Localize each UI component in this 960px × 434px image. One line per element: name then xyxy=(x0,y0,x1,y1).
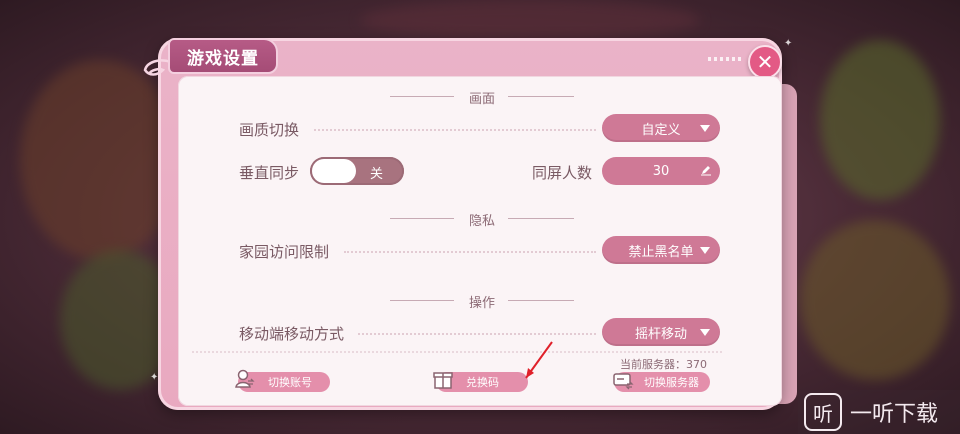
section-divider xyxy=(508,96,574,97)
background-blob xyxy=(820,40,940,200)
chevron-down-icon xyxy=(700,125,710,132)
move-mode-label: 移动端移动方式 xyxy=(239,325,345,343)
quality-dropdown[interactable]: 自定义 xyxy=(602,114,720,142)
section-divider xyxy=(508,300,574,301)
vsync-value: 关 xyxy=(370,167,384,182)
chevron-down-icon xyxy=(700,329,710,336)
quality-label: 画质切换 xyxy=(239,121,300,139)
section-title-controls: 操作 xyxy=(468,296,496,311)
players-label: 同屏人数 xyxy=(532,164,593,182)
switch-account-button[interactable]: 切换账号 xyxy=(235,369,330,392)
redeem-code-label: 兑换码 xyxy=(466,376,499,389)
footer-divider xyxy=(192,351,722,353)
switch-server-button[interactable]: 切换服务器 xyxy=(613,372,710,392)
sparkle-decoration: ✦ xyxy=(150,372,159,383)
background-blob xyxy=(360,0,700,40)
switch-account-label: 切换账号 xyxy=(268,376,312,389)
vsync-label: 垂直同步 xyxy=(239,164,300,182)
close-button[interactable]: ✕ xyxy=(748,45,782,79)
players-input[interactable]: 30 xyxy=(602,157,720,185)
background-blob xyxy=(20,60,180,260)
watermark-text: 一听下载 xyxy=(850,402,939,427)
switch-server-label: 切换服务器 xyxy=(644,376,699,389)
watermark: 听 一听下载 xyxy=(798,390,960,434)
home-access-dropdown[interactable]: 禁止黑名单 xyxy=(602,236,720,264)
row-dots xyxy=(314,129,596,131)
section-divider xyxy=(508,218,574,219)
watermark-logo-icon: 听 xyxy=(804,393,842,431)
home-access-value: 禁止黑名单 xyxy=(628,244,694,260)
close-dots-decoration xyxy=(708,57,744,61)
row-dots xyxy=(358,333,596,335)
players-value: 30 xyxy=(652,163,670,179)
section-divider xyxy=(390,96,454,97)
move-mode-value: 摇杆移动 xyxy=(634,326,687,342)
chevron-down-icon xyxy=(700,247,710,254)
annotation-arrow xyxy=(525,341,553,379)
section-divider xyxy=(390,300,454,301)
quality-value: 自定义 xyxy=(641,122,681,138)
move-mode-dropdown[interactable]: 摇杆移动 xyxy=(602,318,720,346)
close-icon: ✕ xyxy=(756,50,774,74)
dialog-title: 游戏设置 xyxy=(168,38,278,74)
section-title-privacy: 隐私 xyxy=(468,214,496,229)
user-icon xyxy=(235,369,255,388)
vsync-toggle[interactable]: 关 xyxy=(310,157,404,185)
server-icon xyxy=(613,373,634,390)
background-blob xyxy=(800,220,950,380)
section-divider xyxy=(390,218,454,219)
home-access-label: 家园访问限制 xyxy=(239,243,330,261)
gift-icon xyxy=(433,372,453,389)
section-title-graphics: 画面 xyxy=(468,92,496,107)
pencil-icon xyxy=(701,166,711,176)
row-dots xyxy=(344,251,596,253)
toggle-knob xyxy=(312,159,356,183)
sparkle-decoration: ✦ xyxy=(784,38,793,49)
